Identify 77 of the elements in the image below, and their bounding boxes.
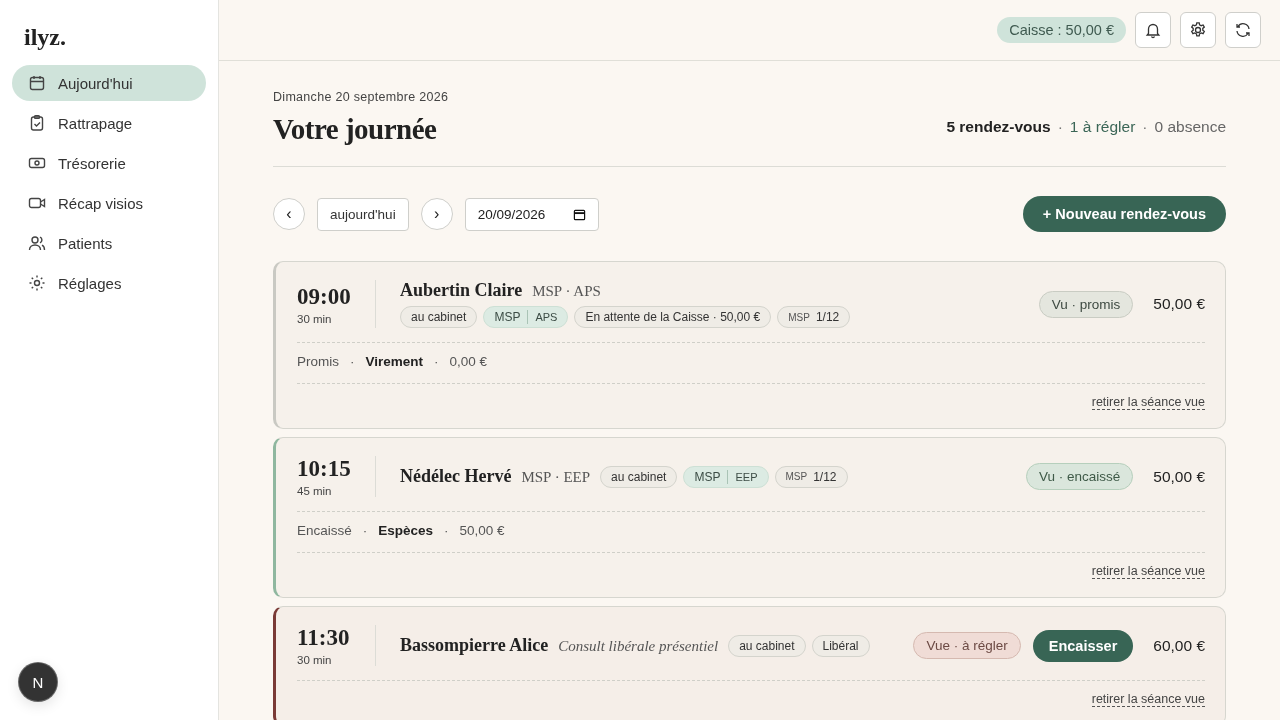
tag: Libéral (811, 634, 870, 657)
appointment-duration: 30 min (297, 312, 333, 325)
status-badge: Vu · encaissé (1026, 463, 1134, 490)
patient-name[interactable]: Aubertin Claire (400, 280, 523, 301)
remove-session-link[interactable]: retirer la séance vue (1091, 395, 1205, 410)
payment-method: Virement (365, 354, 424, 369)
tag: au cabinet (600, 465, 678, 488)
appointment-duration: 30 min (297, 654, 333, 666)
tag: En attente de la Caisse · 50,00 € (574, 306, 772, 328)
cash-balance-badge: Caisse : 50,00 € (997, 17, 1126, 43)
program-code: APS (534, 311, 558, 323)
remove-session-link[interactable]: retirer la séance vue (1091, 564, 1205, 579)
sidebar-item[interactable]: Rattrapage (12, 105, 206, 141)
tag: au cabinet (728, 634, 806, 657)
bell-icon (1144, 21, 1162, 39)
patient-name[interactable]: Nédélec Hervé (400, 466, 512, 487)
separator-dot: · (350, 354, 355, 369)
new-appointment-button[interactable]: + Nouveau rendez-vous (1022, 196, 1226, 232)
calendar-icon (573, 207, 587, 221)
users-icon (28, 234, 46, 252)
sidebar-item[interactable]: Réglages (12, 265, 206, 301)
summary-count: 1 à régler (1069, 118, 1136, 136)
calendar-icon (28, 74, 46, 92)
current-date: Dimanche 20 septembre 2026 (273, 90, 449, 104)
sidebar-item[interactable]: Trésorerie (12, 145, 206, 181)
previous-day-button[interactable]: ‹ (273, 198, 305, 230)
act-type: MSP · EEP (521, 469, 591, 486)
brand-logo: ilyz. (24, 24, 66, 51)
summary-count: 0 absence (1154, 118, 1226, 136)
appointment-time: 10:15 (297, 456, 352, 482)
refresh-button[interactable] (1225, 12, 1261, 48)
sidebar-item[interactable]: Aujourd'hui (12, 65, 206, 101)
appointment-amount: 50,00 € (1153, 467, 1205, 486)
program-label: MSP (494, 310, 529, 324)
settings-button[interactable] (1180, 12, 1216, 48)
separator-dot: · (1057, 118, 1063, 136)
clipboard-check-icon (28, 114, 46, 132)
count-value: 1/12 (815, 310, 840, 324)
appointment-amount: 60,00 € (1153, 636, 1205, 655)
separator-dot: · (444, 523, 449, 538)
status-badge: Vu · promis (1038, 290, 1134, 318)
appointment-duration: 45 min (297, 485, 333, 497)
payment-amount: 50,00 € (459, 523, 505, 538)
refresh-icon (1234, 21, 1252, 39)
sidebar-item[interactable]: Récap visios (12, 185, 206, 221)
count-value: 1/12 (813, 469, 837, 484)
next-day-button[interactable]: › (420, 198, 453, 230)
sun-icon (28, 274, 46, 292)
page-title: Votre journée (273, 113, 438, 146)
patient-name[interactable]: Bassompierre Alice (400, 635, 549, 656)
payment-status: Promis (297, 354, 339, 369)
appointment-time: 09:00 (297, 283, 352, 310)
count-prefix: MSP (788, 311, 810, 323)
settings-icon (1189, 21, 1207, 39)
count-prefix: MSP (785, 471, 808, 482)
status-badge: Vue · à régler (913, 632, 1021, 659)
appointment-time: 11:30 (297, 625, 351, 651)
separator-dot: · (1142, 118, 1148, 136)
sidebar-item[interactable]: Patients (12, 225, 206, 261)
program-label: MSP (694, 469, 729, 484)
tag: au cabinet (400, 306, 478, 328)
payment-status: Encaissé (297, 523, 352, 538)
act-type: MSP · APS (532, 283, 601, 300)
summary-count: 5 rendez-vous (946, 118, 1051, 136)
payment-amount: 0,00 € (449, 354, 488, 369)
remove-session-link[interactable]: retirer la séance vue (1091, 692, 1205, 707)
today-button[interactable]: aujourd'hui (317, 197, 409, 231)
date-field[interactable]: 20/09/2026 (464, 197, 600, 231)
user-avatar[interactable]: N (19, 663, 57, 701)
payment-method: Espèces (378, 523, 434, 538)
appointment-amount: 50,00 € (1153, 295, 1205, 313)
program-code: EEP (734, 470, 758, 483)
act-type: Consult libérale présentiel (558, 638, 719, 655)
cash-in-button[interactable]: Encaisser (1032, 629, 1134, 662)
separator-dot: · (362, 523, 368, 538)
notifications-button[interactable] (1135, 12, 1171, 48)
separator-dot: · (434, 354, 439, 369)
